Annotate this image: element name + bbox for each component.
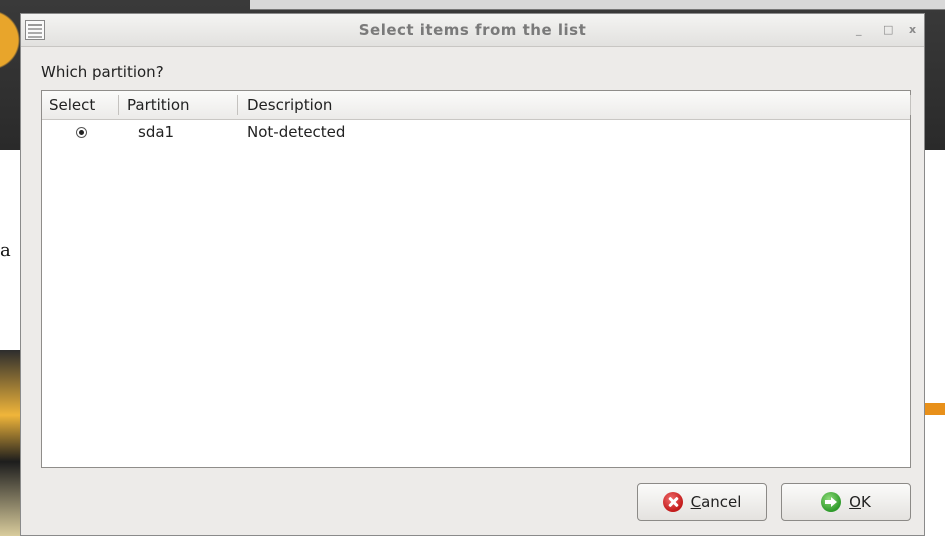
partition-list[interactable]: Select Partition Description sda1 Not-de…	[41, 90, 911, 468]
minimize-button[interactable]: _	[856, 23, 862, 36]
column-header-description[interactable]: Description	[247, 96, 332, 114]
background-window-fragment-right	[925, 150, 945, 536]
partition-cell: sda1	[138, 123, 175, 141]
maximize-button[interactable]: □	[883, 23, 893, 36]
cancel-button-label: Cancel	[690, 493, 742, 511]
list-row[interactable]: sda1 Not-detected	[42, 120, 910, 146]
ok-button[interactable]: OK	[781, 483, 911, 521]
window-title: Select items from the list	[358, 21, 587, 39]
background-accent-bar	[925, 403, 945, 415]
column-divider[interactable]	[237, 95, 238, 115]
select-radio-button[interactable]	[76, 127, 87, 138]
background-window-edge	[250, 0, 945, 10]
column-divider[interactable]	[910, 95, 911, 115]
description-cell: Not-detected	[247, 123, 346, 141]
cancel-icon	[662, 492, 683, 512]
column-header-select[interactable]: Select	[49, 96, 95, 114]
ok-arrow-icon	[821, 492, 842, 512]
select-items-dialog: Select items from the list _ □ x Which p…	[20, 13, 925, 536]
cancel-button[interactable]: Cancel	[637, 483, 767, 521]
column-header-partition[interactable]: Partition	[127, 96, 190, 114]
column-divider[interactable]	[118, 95, 119, 115]
title-bar[interactable]: Select items from the list _ □ x	[21, 14, 924, 47]
close-button[interactable]: x	[909, 23, 916, 36]
prompt-label: Which partition?	[41, 63, 164, 81]
list-header: Select Partition Description	[42, 91, 911, 120]
ok-button-label: OK	[849, 493, 871, 511]
background-text-fragment: a	[0, 240, 11, 261]
